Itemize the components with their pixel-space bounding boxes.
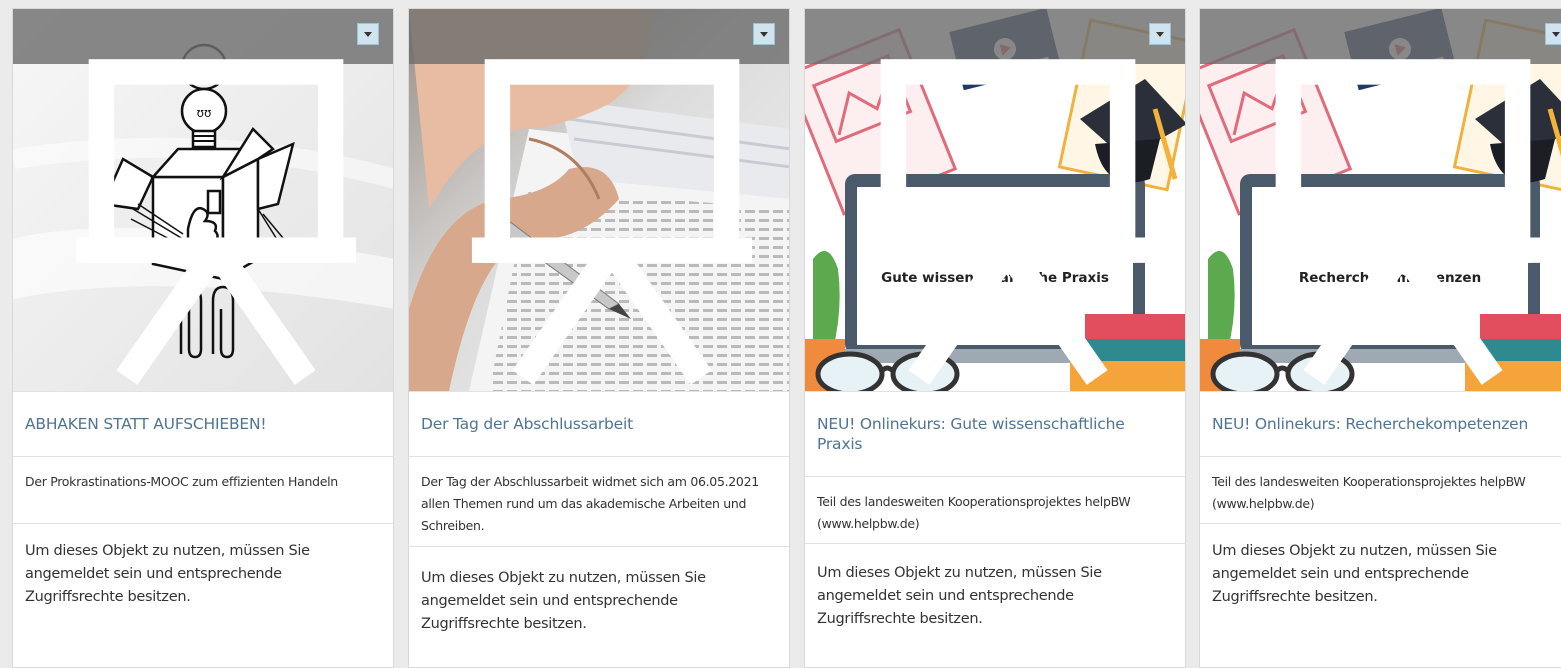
card-header-bar [805, 9, 1185, 385]
card-image[interactable] [409, 9, 789, 391]
card-image[interactable]: ʊʊ [13, 9, 393, 391]
course-card[interactable]: Onlinekurs Recherchekompetenzen NEU! Onl… [1199, 8, 1561, 668]
presentation-icon [1262, 59, 1544, 385]
card-description: Teil des landesweiten Kooperationsprojek… [805, 477, 1185, 544]
access-notice: Um dieses Objekt zu nutzen, müssen Sie a… [1212, 543, 1497, 605]
chevron-down-icon [760, 31, 768, 37]
card-title[interactable]: NEU! Onlinekurs: Recherchekompetenzen [1200, 391, 1561, 457]
course-card[interactable]: Der Tag der Abschlussarbeit Der Tag der … [408, 8, 790, 668]
presentation-icon [867, 59, 1149, 385]
access-notice: Um dieses Objekt zu nutzen, müssen Sie a… [421, 570, 706, 632]
course-card[interactable]: Onlinekurs Gute wissenschaftliche Praxis… [804, 8, 1186, 668]
card-header-bar [1200, 9, 1561, 385]
card-title[interactable]: Der Tag der Abschlussarbeit [409, 391, 789, 457]
access-notice: Um dieses Objekt zu nutzen, müssen Sie a… [817, 565, 1102, 627]
chevron-down-icon [1156, 31, 1164, 37]
card-actions-button[interactable] [1149, 23, 1171, 45]
card-actions-button[interactable] [357, 23, 379, 45]
card-description: Der Prokrastinations-MOOC zum effiziente… [13, 457, 393, 524]
card-description: Teil des landesweiten Kooperationsprojek… [1200, 457, 1561, 524]
card-header-bar [409, 9, 789, 385]
card-header-bar [13, 9, 393, 385]
access-notice: Um dieses Objekt zu nutzen, müssen Sie a… [25, 543, 310, 605]
card-actions-button[interactable] [1545, 23, 1561, 45]
card-title[interactable]: ABHAKEN STATT AUFSCHIEBEN! [13, 391, 393, 457]
chevron-down-icon [364, 31, 372, 37]
card-title[interactable]: NEU! Onlinekurs: Gute wissenschaftliche … [805, 391, 1185, 477]
presentation-icon [471, 59, 753, 385]
card-actions-button[interactable] [753, 23, 775, 45]
course-card[interactable]: ʊʊ ABHAKEN STATT AUFSCHIEBEN! Der Prokra… [12, 8, 394, 668]
chevron-down-icon [1552, 31, 1560, 37]
card-description: Der Tag der Abschlussarbeit widmet sich … [409, 457, 789, 547]
card-image[interactable]: Onlinekurs Recherchekompetenzen [1200, 9, 1561, 391]
card-image[interactable]: Onlinekurs Gute wissenschaftliche Praxis [805, 9, 1185, 391]
presentation-icon [75, 59, 357, 385]
